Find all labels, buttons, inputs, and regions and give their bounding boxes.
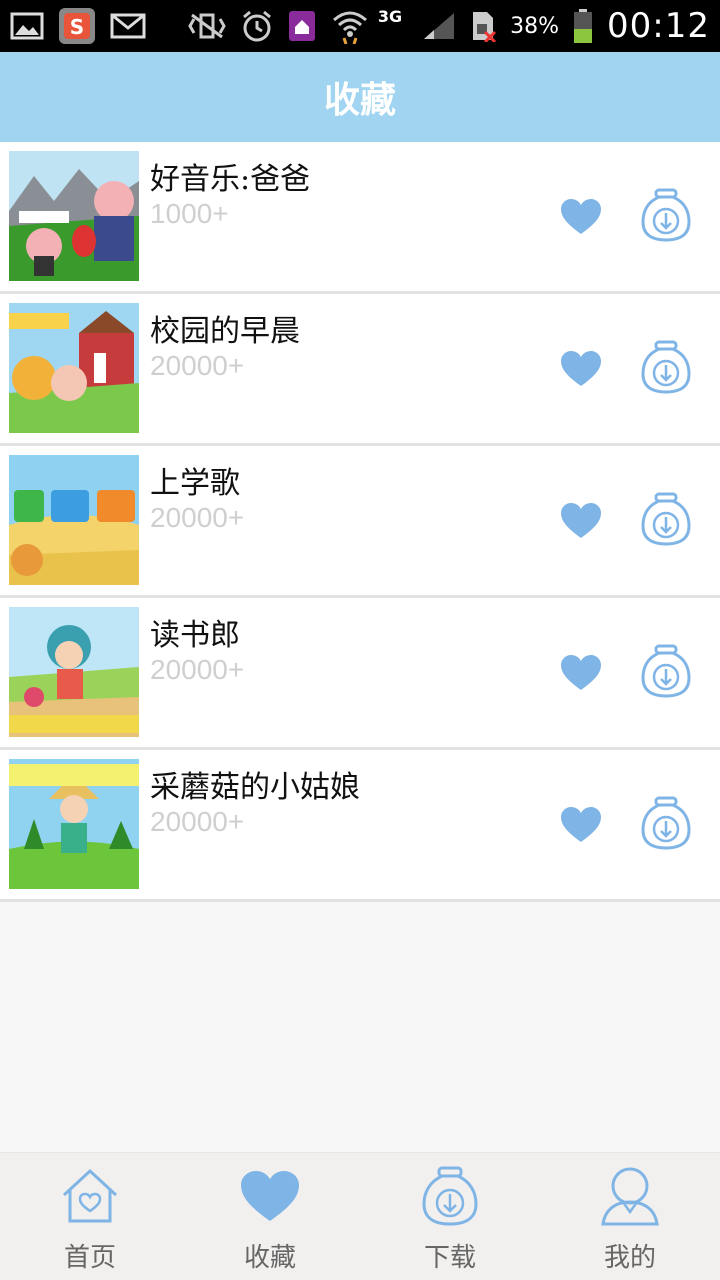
clock: 00:12 [607,6,710,46]
gallery-icon [10,12,44,40]
heart-icon [561,199,601,234]
favorite-button[interactable] [558,348,604,390]
download-bag-icon [641,492,691,546]
play-count: 1000+ [150,198,229,229]
download-button[interactable] [638,338,694,396]
heart-icon [561,655,601,690]
nav-mine-label: 我的 [603,1243,656,1273]
play-count: 20000+ [150,806,245,837]
nav-mine[interactable]: 我的 [540,1153,720,1280]
list-item[interactable]: 好音乐:爸爸 1000+ [0,142,720,294]
song-title: 上学歌 [150,466,240,501]
status-bar: S 3G 38% 00:12 [0,0,720,52]
download-bag-icon [419,1165,481,1227]
nav-favorites-label: 收藏 [243,1243,296,1273]
home-app-icon [288,10,316,42]
nav-download-label: 下载 [423,1243,476,1273]
download-bag-icon [641,796,691,850]
battery-percent: 38% [510,13,560,39]
song-thumbnail [9,151,139,281]
user-icon [599,1165,661,1227]
heart-icon [561,807,601,842]
download-button[interactable] [638,186,694,244]
mail-icon [110,13,146,39]
favorite-button[interactable] [558,652,604,694]
heart-icon [561,351,601,386]
favorite-button[interactable] [558,804,604,846]
song-title: 好音乐:爸爸 [150,162,311,197]
song-thumbnail [9,303,139,433]
network-type-label: 3G [377,6,403,26]
song-title: 校园的早晨 [150,314,300,349]
play-count: 20000+ [150,350,245,381]
nav-favorites[interactable]: 收藏 [180,1153,360,1280]
nav-home[interactable]: 首页 [0,1153,180,1280]
song-thumbnail [9,607,139,737]
nav-download[interactable]: 下载 [360,1153,540,1280]
mute-vibrate-icon [188,11,226,41]
list-item[interactable]: 采蘑菇的小姑娘 20000+ [0,750,720,902]
download-button[interactable] [638,794,694,852]
title-bar: 收藏 [0,52,720,142]
download-bag-icon [641,644,691,698]
no-sim-icon [470,10,497,42]
list-item[interactable]: 读书郎 20000+ [0,598,720,750]
list-item[interactable]: 上学歌 20000+ [0,446,720,598]
download-bag-icon [641,188,691,242]
svg-text:S: S [70,15,84,39]
signal-icon [422,11,456,41]
favorite-button[interactable] [558,500,604,542]
list-item[interactable]: 校园的早晨 20000+ [0,294,720,446]
song-thumbnail [9,759,139,889]
heart-icon [561,503,601,538]
song-thumbnail [9,455,139,585]
song-title: 读书郎 [150,618,240,653]
download-button[interactable] [638,642,694,700]
wifi-icon [330,8,370,44]
bottom-nav: 首页 收藏 下载 我的 [0,1152,720,1280]
battery-icon [573,8,593,44]
play-count: 20000+ [150,654,245,685]
play-count: 20000+ [150,502,245,533]
favorite-button[interactable] [558,196,604,238]
page-title: 收藏 [323,80,396,121]
sogou-input-icon: S [58,7,96,45]
download-button[interactable] [638,490,694,548]
heart-icon [239,1165,301,1227]
nav-home-label: 首页 [63,1243,116,1273]
song-title: 采蘑菇的小姑娘 [150,770,360,805]
favorites-list: 好音乐:爸爸 1000+ 校园的早晨 20000+ 上学歌 20000+ 读书郎… [0,142,720,902]
home-icon [59,1165,121,1227]
alarm-icon [240,9,274,43]
download-bag-icon [641,340,691,394]
